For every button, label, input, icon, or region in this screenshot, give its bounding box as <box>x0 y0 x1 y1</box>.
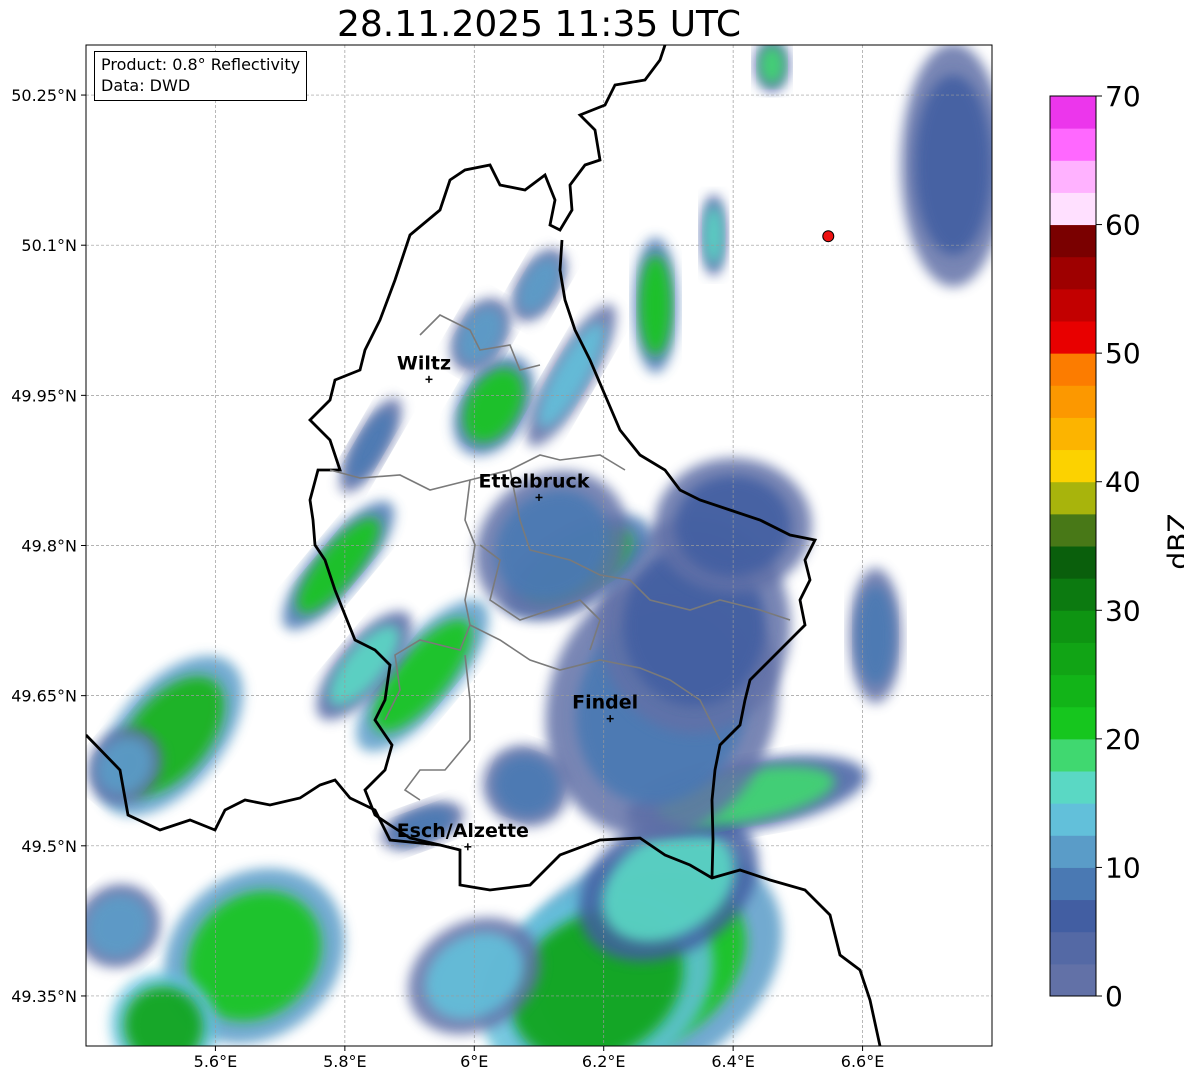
echo-core <box>639 255 672 356</box>
colorbar: 0 10 20 30 40 50 60 70 <box>1049 80 1141 1013</box>
echo-core <box>856 585 895 686</box>
lat-tick-label: 49.65°N <box>11 687 77 706</box>
info-box: Product: 0.8° Reflectivity Data: DWD <box>94 51 308 101</box>
colorbar-segment <box>1050 546 1096 579</box>
echo-cell <box>849 568 902 704</box>
lat-tick-label: 50.25°N <box>11 86 77 105</box>
colorbar-label: dBZ <box>1161 513 1184 570</box>
info-product: Product: 0.8° Reflectivity <box>101 55 301 74</box>
city-label: Esch/Alzette <box>397 820 529 842</box>
colorbar-segment <box>1050 481 1096 515</box>
radar-map[interactable]: 5.6°E 5.8°E 6°E 6.2°E 6.4°E 6.6°E 49.35°N 49.5°… <box>0 0 1184 1081</box>
colorbar-segment <box>1050 706 1096 740</box>
colorbar-segment <box>1050 803 1096 836</box>
lat-tick-label: 50.1°N <box>21 236 77 255</box>
city-label: Wiltz <box>397 352 451 374</box>
lon-tick-label: 6.6°E <box>841 1052 885 1071</box>
colorbar-segment <box>1050 867 1096 901</box>
colorbar-segment <box>1050 96 1096 129</box>
colorbar-segment <box>1050 353 1096 386</box>
info-source: Data: DWD <box>101 76 191 95</box>
city-label: Findel <box>572 692 638 714</box>
colorbar-segment <box>1050 738 1096 772</box>
colorbar-segment <box>1050 610 1096 643</box>
colorbar-segment <box>1050 288 1096 322</box>
colorbar-segment <box>1050 417 1096 451</box>
echo-core <box>704 205 724 266</box>
colorbar-segment <box>1050 160 1096 193</box>
radar-site-marker[interactable] <box>822 230 835 243</box>
colorbar-segment <box>1050 128 1096 161</box>
colorbar-segment <box>1050 578 1096 611</box>
colorbar-segment <box>1050 321 1096 354</box>
colorbar-segment <box>1050 963 1096 997</box>
lon-tick-label: 6°E <box>460 1052 488 1071</box>
lon-tick-label: 6.4°E <box>711 1052 755 1071</box>
lat-tick-label: 49.5°N <box>21 837 77 856</box>
colorbar-segment <box>1050 192 1096 226</box>
echo-core <box>759 45 785 86</box>
colorbar-tick-label: 60 <box>1105 209 1141 242</box>
colorbar-segment <box>1050 642 1096 676</box>
colorbar-segment <box>1050 771 1096 804</box>
echo-cell <box>900 45 992 287</box>
colorbar-segment <box>1050 931 1096 965</box>
colorbar-tick-label: 40 <box>1105 466 1141 499</box>
colorbar-segment <box>1050 513 1096 547</box>
echo-cell <box>754 45 790 93</box>
colorbar-segment <box>1050 224 1096 258</box>
colorbar-segment <box>1050 835 1096 868</box>
lat-tick-label: 49.35°N <box>11 987 77 1006</box>
colorbar-segment <box>1050 899 1096 933</box>
lat-tick-label: 49.95°N <box>11 386 77 405</box>
colorbar-segment <box>1050 256 1096 290</box>
colorbar-segment <box>1050 385 1096 418</box>
lat-tick-label: 49.8°N <box>21 537 77 556</box>
colorbar-tick-label: 0 <box>1105 980 1123 1013</box>
lon-tick-label: 5.6°E <box>194 1052 238 1071</box>
colorbar-tick-label: 70 <box>1105 80 1141 113</box>
colorbar-segment <box>1050 674 1096 708</box>
colorbar-tick-label: 10 <box>1105 851 1141 884</box>
colorbar-tick-label: 30 <box>1105 594 1141 627</box>
colorbar-tick-label: 50 <box>1105 337 1141 370</box>
colorbar-tick-label: 20 <box>1105 723 1141 756</box>
lon-tick-label: 5.8°E <box>323 1052 367 1071</box>
echo-cell <box>633 237 678 373</box>
city-label: Ettelbruck <box>479 470 590 492</box>
lon-tick-label: 6.2°E <box>582 1052 626 1071</box>
colorbar-segment <box>1050 449 1096 483</box>
echo-core <box>914 75 992 256</box>
echo-cell <box>700 194 727 276</box>
